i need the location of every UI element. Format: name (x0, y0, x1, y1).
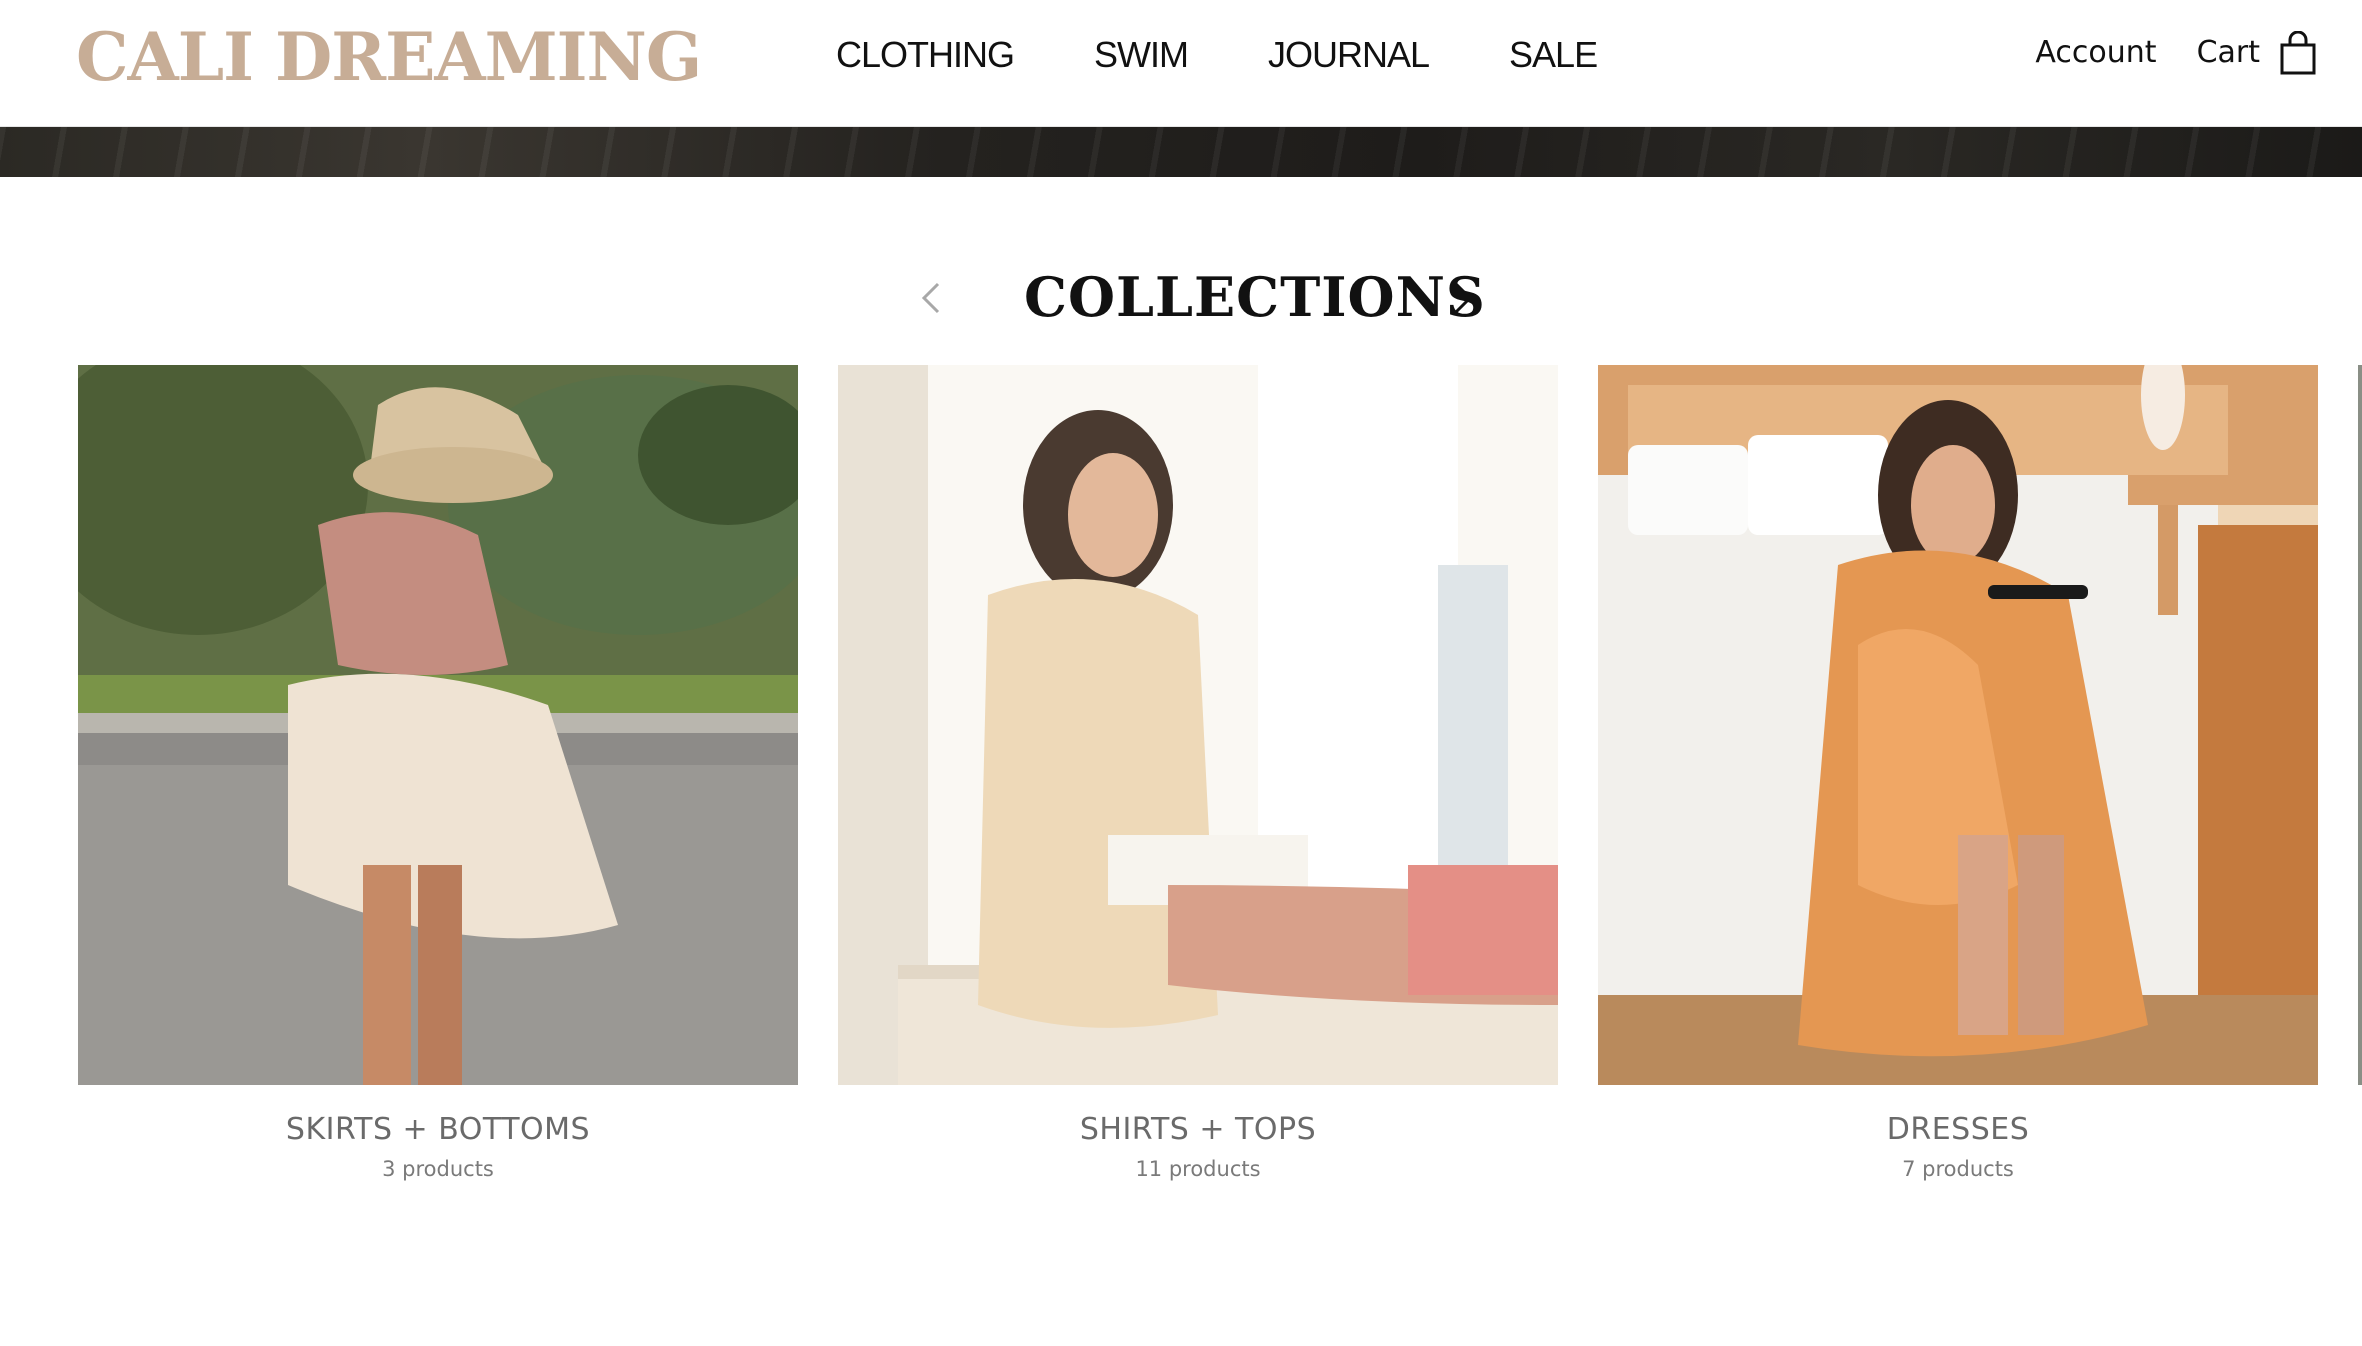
collection-image-skirts-bottoms[interactable] (78, 365, 798, 1085)
collection-card-skirts-bottoms[interactable]: SKIRTS + BOTTOMS 3 products (78, 365, 798, 1185)
collection-card-dresses[interactable]: DRESSES 7 products (1598, 365, 2318, 1185)
nav-item-swim[interactable]: SWIM (1094, 30, 1189, 80)
collection-count: 11 products (1135, 1157, 1261, 1181)
collections-header: COLLECTIONS (0, 262, 2362, 332)
nav-item-journal[interactable]: JOURNAL (1268, 30, 1430, 80)
cart-label: Cart (2196, 35, 2260, 70)
collection-image-dresses[interactable] (1598, 365, 2318, 1085)
collection-title[interactable]: SHIRTS + TOPS (838, 1109, 1558, 1151)
collection-count: 3 products (382, 1157, 494, 1181)
chevron-right-icon[interactable] (1442, 278, 1482, 318)
collection-title[interactable]: DRESSES (1598, 1109, 2318, 1151)
collection-card-shirts-tops[interactable]: SHIRTS + TOPS 11 products (838, 365, 1558, 1185)
collection-image-shirts-tops[interactable] (838, 365, 1558, 1085)
nav-item-clothing[interactable]: CLOTHING (836, 30, 1015, 80)
cart-button[interactable]: Cart (2197, 28, 2316, 78)
site-header: CALI DREAMING CLOTHING SWIM JOURNAL SALE… (0, 0, 2362, 127)
main-nav: CLOTHING SWIM JOURNAL SALE (836, 30, 1598, 80)
collection-title[interactable]: SKIRTS + BOTTOMS (78, 1109, 798, 1151)
collection-count: 7 products (1902, 1157, 2014, 1181)
hero-banner-image (0, 127, 2362, 177)
site-logo[interactable]: CALI DREAMING (76, 22, 702, 92)
next-collection-card-peek[interactable] (2358, 365, 2362, 1085)
chevron-left-icon[interactable] (912, 278, 952, 318)
collections-title: COLLECTIONS (1024, 265, 1486, 329)
account-link[interactable]: Account (2035, 28, 2156, 78)
header-utility: Account Cart (2035, 28, 2316, 78)
nav-item-sale[interactable]: SALE (1509, 30, 1598, 80)
shopping-bag-icon (2280, 30, 2316, 75)
